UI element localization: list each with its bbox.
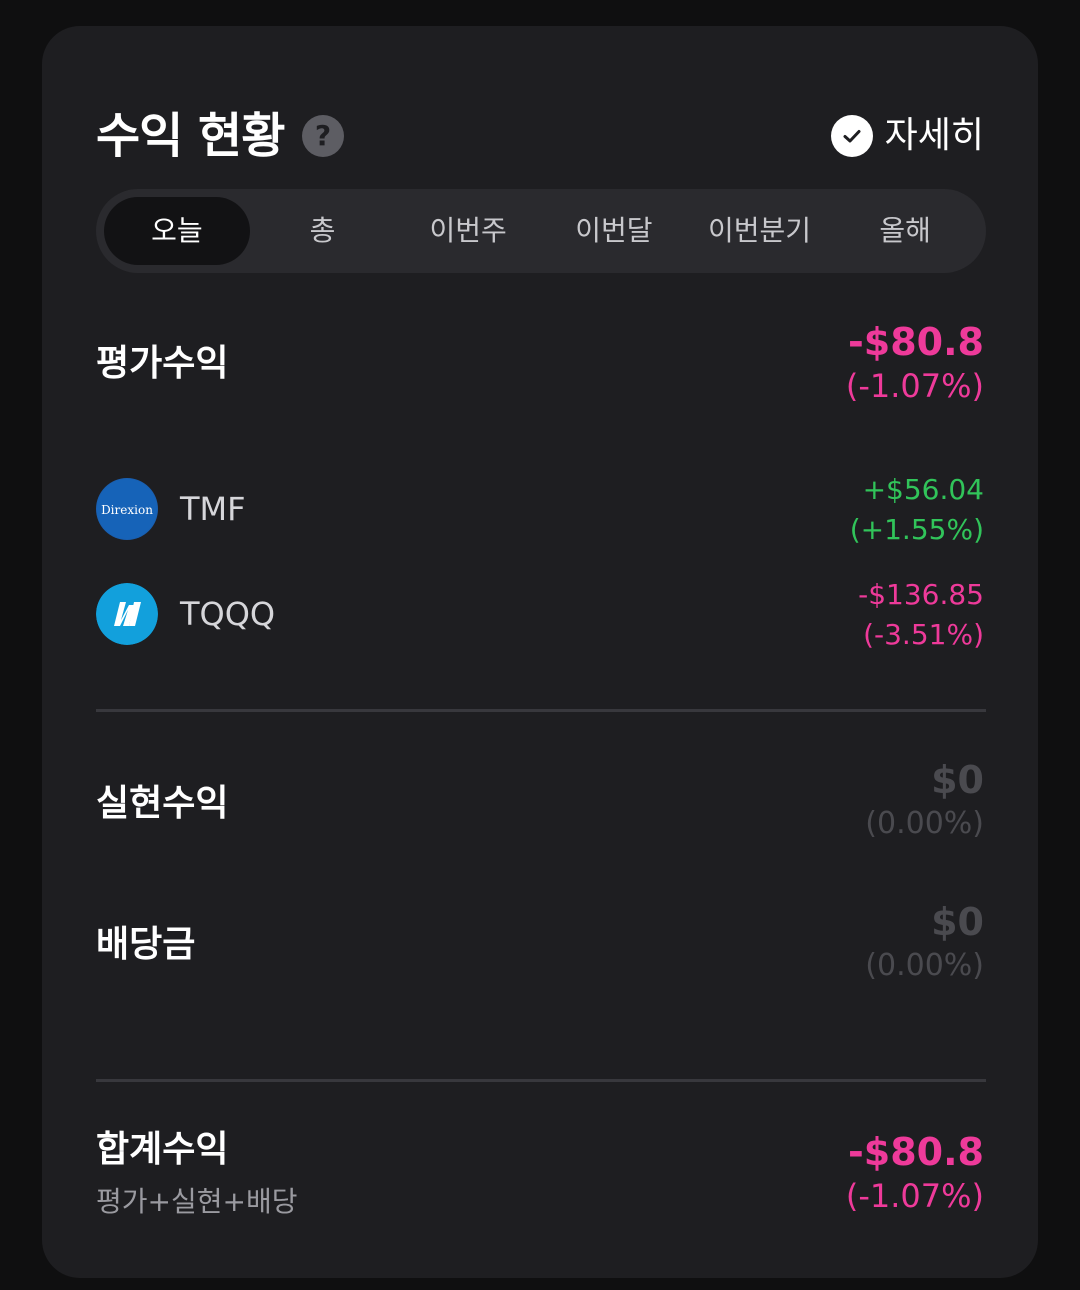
holding-value-tmf: +$56.04 (+1.55%) (850, 470, 984, 550)
tab-this-week[interactable]: 이번주 (395, 197, 541, 265)
divider (96, 1079, 986, 1082)
period-tabs: 오늘 총 이번주 이번달 이번분기 올해 (96, 189, 986, 273)
dividend-value: $0 (0.00%) (865, 900, 984, 988)
holding-ticker-tqqq[interactable]: TQQQ (180, 583, 275, 645)
dividend-percent: (0.00%) (865, 948, 984, 983)
realized-amount: $0 (931, 758, 984, 802)
divider (96, 709, 986, 712)
total-percent: (-1.07%) (845, 1177, 984, 1215)
evaluation-value: -$80.8 (-1.07%) (846, 320, 984, 408)
dividend-label: 배당금 (96, 924, 196, 965)
holding-percent: (+1.55%) (849, 513, 984, 546)
holding-amount: -$136.85 (858, 578, 984, 611)
help-icon[interactable]: ? (302, 115, 344, 157)
total-label: 합계수익 (96, 1129, 229, 1170)
evaluation-amount: -$80.8 (848, 320, 984, 364)
tab-this-quarter[interactable]: 이번분기 (687, 197, 833, 265)
holding-percent: (-3.51%) (863, 618, 984, 651)
realized-label: 실현수익 (96, 783, 229, 824)
dividend-amount: $0 (931, 900, 984, 944)
total-amount: -$80.8 (848, 1130, 984, 1174)
tab-this-month[interactable]: 이번달 (541, 197, 687, 265)
evaluation-label: 평가수익 (96, 343, 229, 384)
card-header: 수익 현황 ? 자세히 (96, 104, 984, 168)
profit-status-card: 수익 현황 ? 자세히 오늘 총 이번주 이번달 이번분기 올해 평가수익 -$… (42, 26, 1038, 1278)
svg-text:Direxion: Direxion (101, 503, 153, 517)
total-sublabel: 평가+실현+배당 (96, 1185, 298, 1218)
detail-toggle[interactable]: 자세히 (830, 104, 984, 168)
realized-value: $0 (0.00%) (865, 758, 984, 846)
tab-this-year[interactable]: 올해 (832, 197, 978, 265)
realized-percent: (0.00%) (865, 806, 984, 841)
detail-label[interactable]: 자세히 (885, 104, 984, 168)
direxion-logo-icon: Direxion (96, 478, 158, 540)
proshares-logo-icon (96, 583, 158, 645)
holding-ticker-tmf[interactable]: TMF (180, 478, 246, 540)
holding-amount: +$56.04 (862, 473, 984, 506)
evaluation-percent: (-1.07%) (845, 367, 984, 405)
card-title: 수익 현황 (96, 108, 285, 164)
tab-today[interactable]: 오늘 (104, 197, 250, 265)
tab-total[interactable]: 총 (250, 197, 396, 265)
check-circle-icon[interactable] (830, 115, 873, 157)
holding-value-tqqq: -$136.85 (-3.51%) (858, 575, 984, 655)
total-value: -$80.8 (-1.07%) (846, 1130, 984, 1218)
